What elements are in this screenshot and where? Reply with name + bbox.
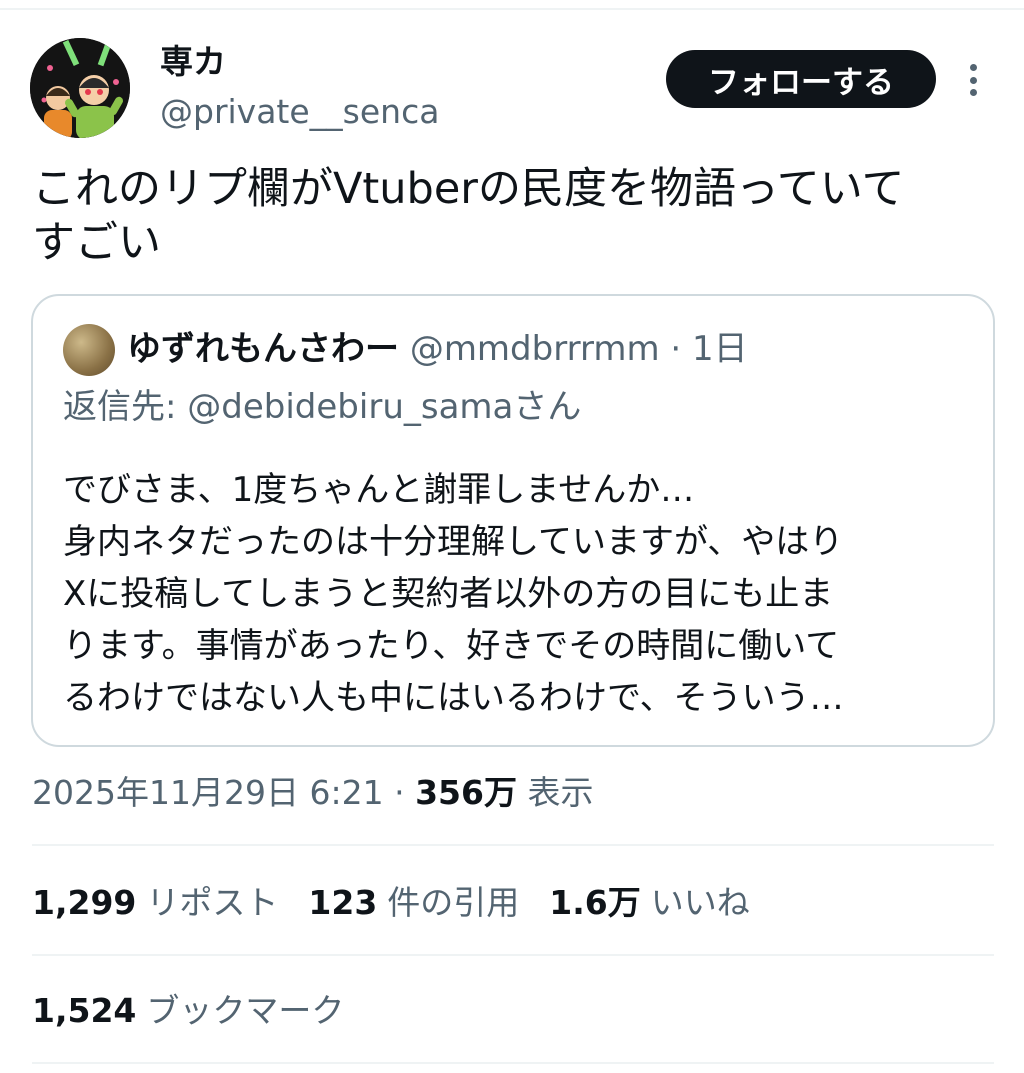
views-count: 356万 [415,773,517,812]
more-dot [969,89,977,96]
meta-separator: · [394,773,405,812]
divider [32,844,994,846]
reposts-label: リポスト [146,883,279,922]
quoted-tweet-body: でびさま、1度ちゃんと謝罪しませんか… 身内ネタだったのは十分理解していますが、… [63,464,975,724]
more-dot [969,76,977,84]
tweet-timestamp[interactable]: 2025年11月29日 6:21 [32,773,384,812]
quoted-tweet-card[interactable]: ゆずれもんさわー @mmdbrrrmm · 1日 返信先: @debidebir… [31,294,995,747]
tweet-text: これのリプ欄がVtuberの民度を物語っていて すごい [32,162,992,270]
likes-label: いいね [650,883,750,922]
bookmarks-count: 1,524 [32,991,137,1030]
quoted-body-line: 身内ネタだったのは十分理解していますが、やはり [63,522,844,562]
bookmarks-stat[interactable]: 1,524 ブックマーク [32,988,344,1034]
quoted-reply-context: 返信先: @debidebiru_samaさん [63,384,581,430]
bookmarks-label: ブックマーク [146,991,345,1030]
quoted-tweet-header: ゆずれもんさわー @mmdbrrrmm · 1日 [127,326,748,372]
quoted-author-name[interactable]: ゆずれもんさわー [127,329,399,369]
likes-count: 1.6万 [549,883,641,922]
tweet-meta-row: 2025年11月29日 6:21 · 356万 表示 [32,770,593,816]
quoted-body-line: でびさま、1度ちゃんと謝罪しませんか… [63,470,695,510]
reposts-stat[interactable]: 1,299 リポスト [32,880,278,926]
tweet-line: すごい [32,218,161,268]
cheering-fans-illustration [30,38,130,138]
quoted-body-line: ります。事情があったり、好きでその時間に働いて [63,626,840,666]
reposts-count: 1,299 [32,883,137,922]
quoted-author-avatar[interactable] [63,324,115,376]
quotes-stat[interactable]: 123 件の引用 [308,880,519,926]
quoted-body-line: るわけではない人も中にはいるわけで、そういう… [63,678,844,718]
quoted-body-line: Xに投稿してしまうと契約者以外の方の目にも止ま [63,574,834,614]
quotes-label: 件の引用 [387,883,520,922]
quoted-tweet-age[interactable]: 1日 [692,329,748,369]
engagement-stats-row: 1,299 リポスト 123 件の引用 1.6万 いいね [32,880,750,926]
quoted-meta-separator: · [670,329,682,369]
reply-prefix: 返信先: [63,387,177,427]
views-label: 表示 [527,773,594,812]
author-handle[interactable]: @private__senca [160,92,439,132]
more-dot [969,64,977,71]
divider [32,1062,994,1064]
author-display-name[interactable]: 専カ [160,42,226,82]
follow-button[interactable]: フォローする [666,50,936,108]
tweet-line: これのリプ欄がVtuberの民度を物語っていて [32,164,905,214]
divider [32,954,994,956]
top-divider [0,8,1024,10]
reply-to-mention[interactable]: @debidebiru_samaさん [187,387,581,427]
quotes-count: 123 [308,883,378,922]
likes-stat[interactable]: 1.6万 いいね [549,880,749,926]
author-avatar[interactable] [30,38,130,138]
quoted-author-handle[interactable]: @mmdbrrrmm [410,329,660,369]
more-options-icon[interactable] [958,60,988,100]
